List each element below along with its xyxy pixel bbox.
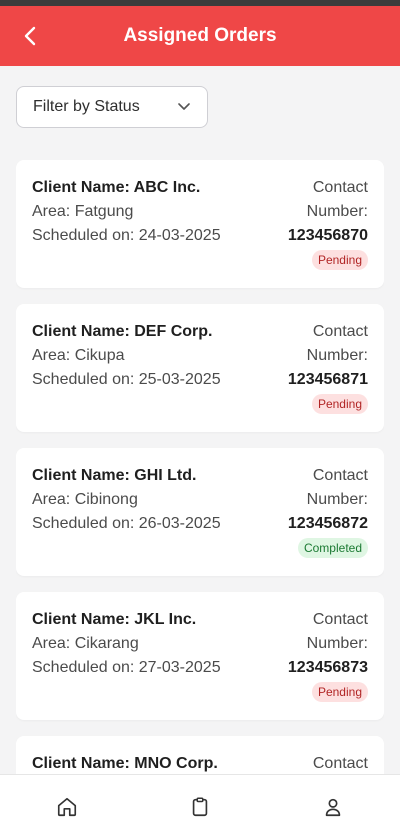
nav-orders[interactable] — [176, 783, 224, 831]
contact-label: Contact Number: — [306, 611, 368, 652]
order-card[interactable]: Client Name: ABC Inc. Area: Fatgung Sche… — [16, 160, 384, 288]
contact-label: Contact — [312, 755, 368, 772]
area: Area: Cikarang — [32, 635, 139, 652]
scheduled-date: Scheduled on: 24-03-2025 — [32, 227, 221, 244]
area: Area: Cibinong — [32, 491, 138, 508]
scheduled-date: Scheduled on: 26-03-2025 — [32, 515, 221, 532]
orders-list: Client Name: ABC Inc. Area: Fatgung Sche… — [16, 160, 384, 774]
order-card[interactable]: Client Name: GHI Ltd. Area: Cibinong Sch… — [16, 448, 384, 576]
status-badge: Completed — [297, 538, 368, 558]
client-name: Client Name: GHI Ltd. — [32, 467, 197, 484]
bottom-nav — [0, 774, 400, 838]
scheduled-date: Scheduled on: 27-03-2025 — [32, 659, 221, 676]
order-card[interactable]: Client Name: JKL Inc. Area: Cikarang Sch… — [16, 592, 384, 720]
status-badge: Pending — [311, 250, 368, 270]
nav-profile[interactable] — [309, 783, 357, 831]
order-card[interactable]: Client Name: DEF Corp. Area: Cikupa Sche… — [16, 304, 384, 432]
contact-number: 123456872 — [287, 515, 368, 532]
status-badge: Pending — [311, 682, 368, 702]
app-bar: Assigned Orders — [0, 6, 400, 66]
page-title: Assigned Orders — [123, 25, 277, 46]
contact-label: Contact Number: — [306, 179, 368, 220]
contact-label: Contact Number: — [306, 323, 368, 364]
client-name: Client Name: MNO Corp. — [32, 755, 218, 772]
contact-label: Contact Number: — [306, 467, 368, 508]
contact-number: 123456873 — [287, 659, 368, 676]
profile-icon — [326, 798, 341, 816]
chevron-left-icon — [24, 26, 36, 46]
chevron-down-icon — [177, 100, 191, 114]
filter-label: Filter by Status — [33, 98, 140, 115]
home-icon — [57, 797, 76, 816]
scheduled-date: Scheduled on: 25-03-2025 — [32, 371, 221, 388]
nav-home[interactable] — [43, 783, 91, 831]
client-name: Client Name: DEF Corp. — [32, 323, 213, 340]
contact-number: 123456870 — [287, 227, 368, 244]
status-badge: Pending — [311, 394, 368, 414]
area: Area: Cikupa — [32, 347, 125, 364]
clipboard-icon — [192, 797, 208, 816]
status-filter-dropdown[interactable]: Filter by Status — [16, 86, 208, 128]
back-button[interactable] — [14, 20, 46, 52]
area: Area: Fatgung — [32, 203, 134, 220]
order-card[interactable]: Client Name: MNO Corp. Contact — [16, 736, 384, 774]
client-name: Client Name: JKL Inc. — [32, 611, 197, 628]
client-name: Client Name: ABC Inc. — [32, 179, 201, 196]
contact-number: 123456871 — [287, 371, 368, 388]
